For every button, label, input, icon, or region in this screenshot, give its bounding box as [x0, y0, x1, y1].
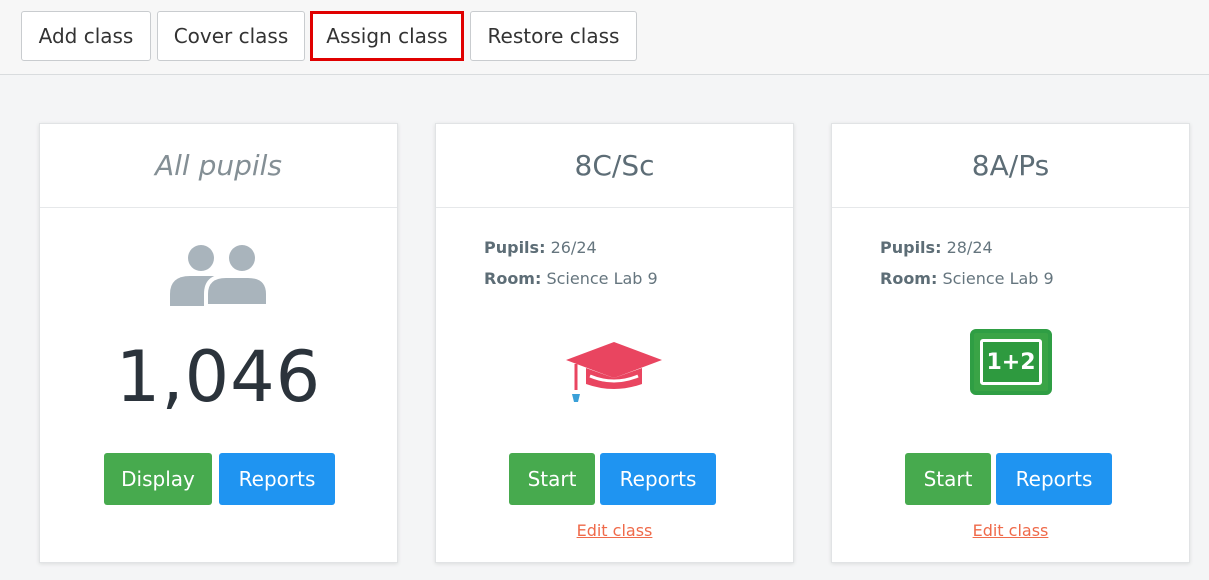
pupils-label: Pupils: — [484, 238, 546, 257]
card-title: 8C/Sc — [436, 124, 793, 208]
room-label: Room: — [484, 269, 542, 288]
cover-class-button[interactable]: Cover class — [157, 11, 305, 61]
pupils-info: Pupils: 26/24 — [484, 238, 597, 257]
graduation-cap-icon — [566, 342, 662, 402]
card-title: All pupils — [40, 124, 397, 208]
pupils-info: Pupils: 28/24 — [880, 238, 993, 257]
reports-button[interactable]: Reports — [996, 453, 1112, 505]
edit-class-link[interactable]: Edit class — [832, 521, 1189, 540]
users-icon — [170, 245, 268, 306]
room-value: Science Lab 9 — [546, 269, 658, 288]
card-title: 8A/Ps — [832, 124, 1189, 208]
edit-class-link[interactable]: Edit class — [436, 521, 793, 540]
start-button[interactable]: Start — [509, 453, 595, 505]
room-value: Science Lab 9 — [942, 269, 1054, 288]
toolbar: Add class Cover class Assign class Resto… — [0, 0, 1209, 75]
pupil-count: 1,046 — [115, 336, 322, 418]
display-button[interactable]: Display — [104, 453, 212, 505]
card-class-8c-sc: 8C/Sc Pupils: 26/24 Room: Science Lab 9 … — [435, 123, 794, 563]
card-all-pupils: All pupils 1,046 Display Reports — [39, 123, 398, 563]
pupils-value: 28/24 — [946, 238, 993, 257]
chalkboard-math-icon: 1+2 — [970, 329, 1052, 395]
room-label: Room: — [880, 269, 938, 288]
pupils-value: 26/24 — [550, 238, 597, 257]
restore-class-button[interactable]: Restore class — [470, 11, 637, 61]
start-button[interactable]: Start — [905, 453, 991, 505]
add-class-button[interactable]: Add class — [21, 11, 151, 61]
reports-button[interactable]: Reports — [219, 453, 335, 505]
card-class-8a-ps: 8A/Ps Pupils: 28/24 Room: Science Lab 9 … — [831, 123, 1190, 563]
assign-class-button[interactable]: Assign class — [310, 11, 464, 61]
reports-button[interactable]: Reports — [600, 453, 716, 505]
room-info: Room: Science Lab 9 — [880, 269, 1054, 288]
pupils-label: Pupils: — [880, 238, 942, 257]
room-info: Room: Science Lab 9 — [484, 269, 658, 288]
chalkboard-text: 1+2 — [980, 339, 1042, 385]
